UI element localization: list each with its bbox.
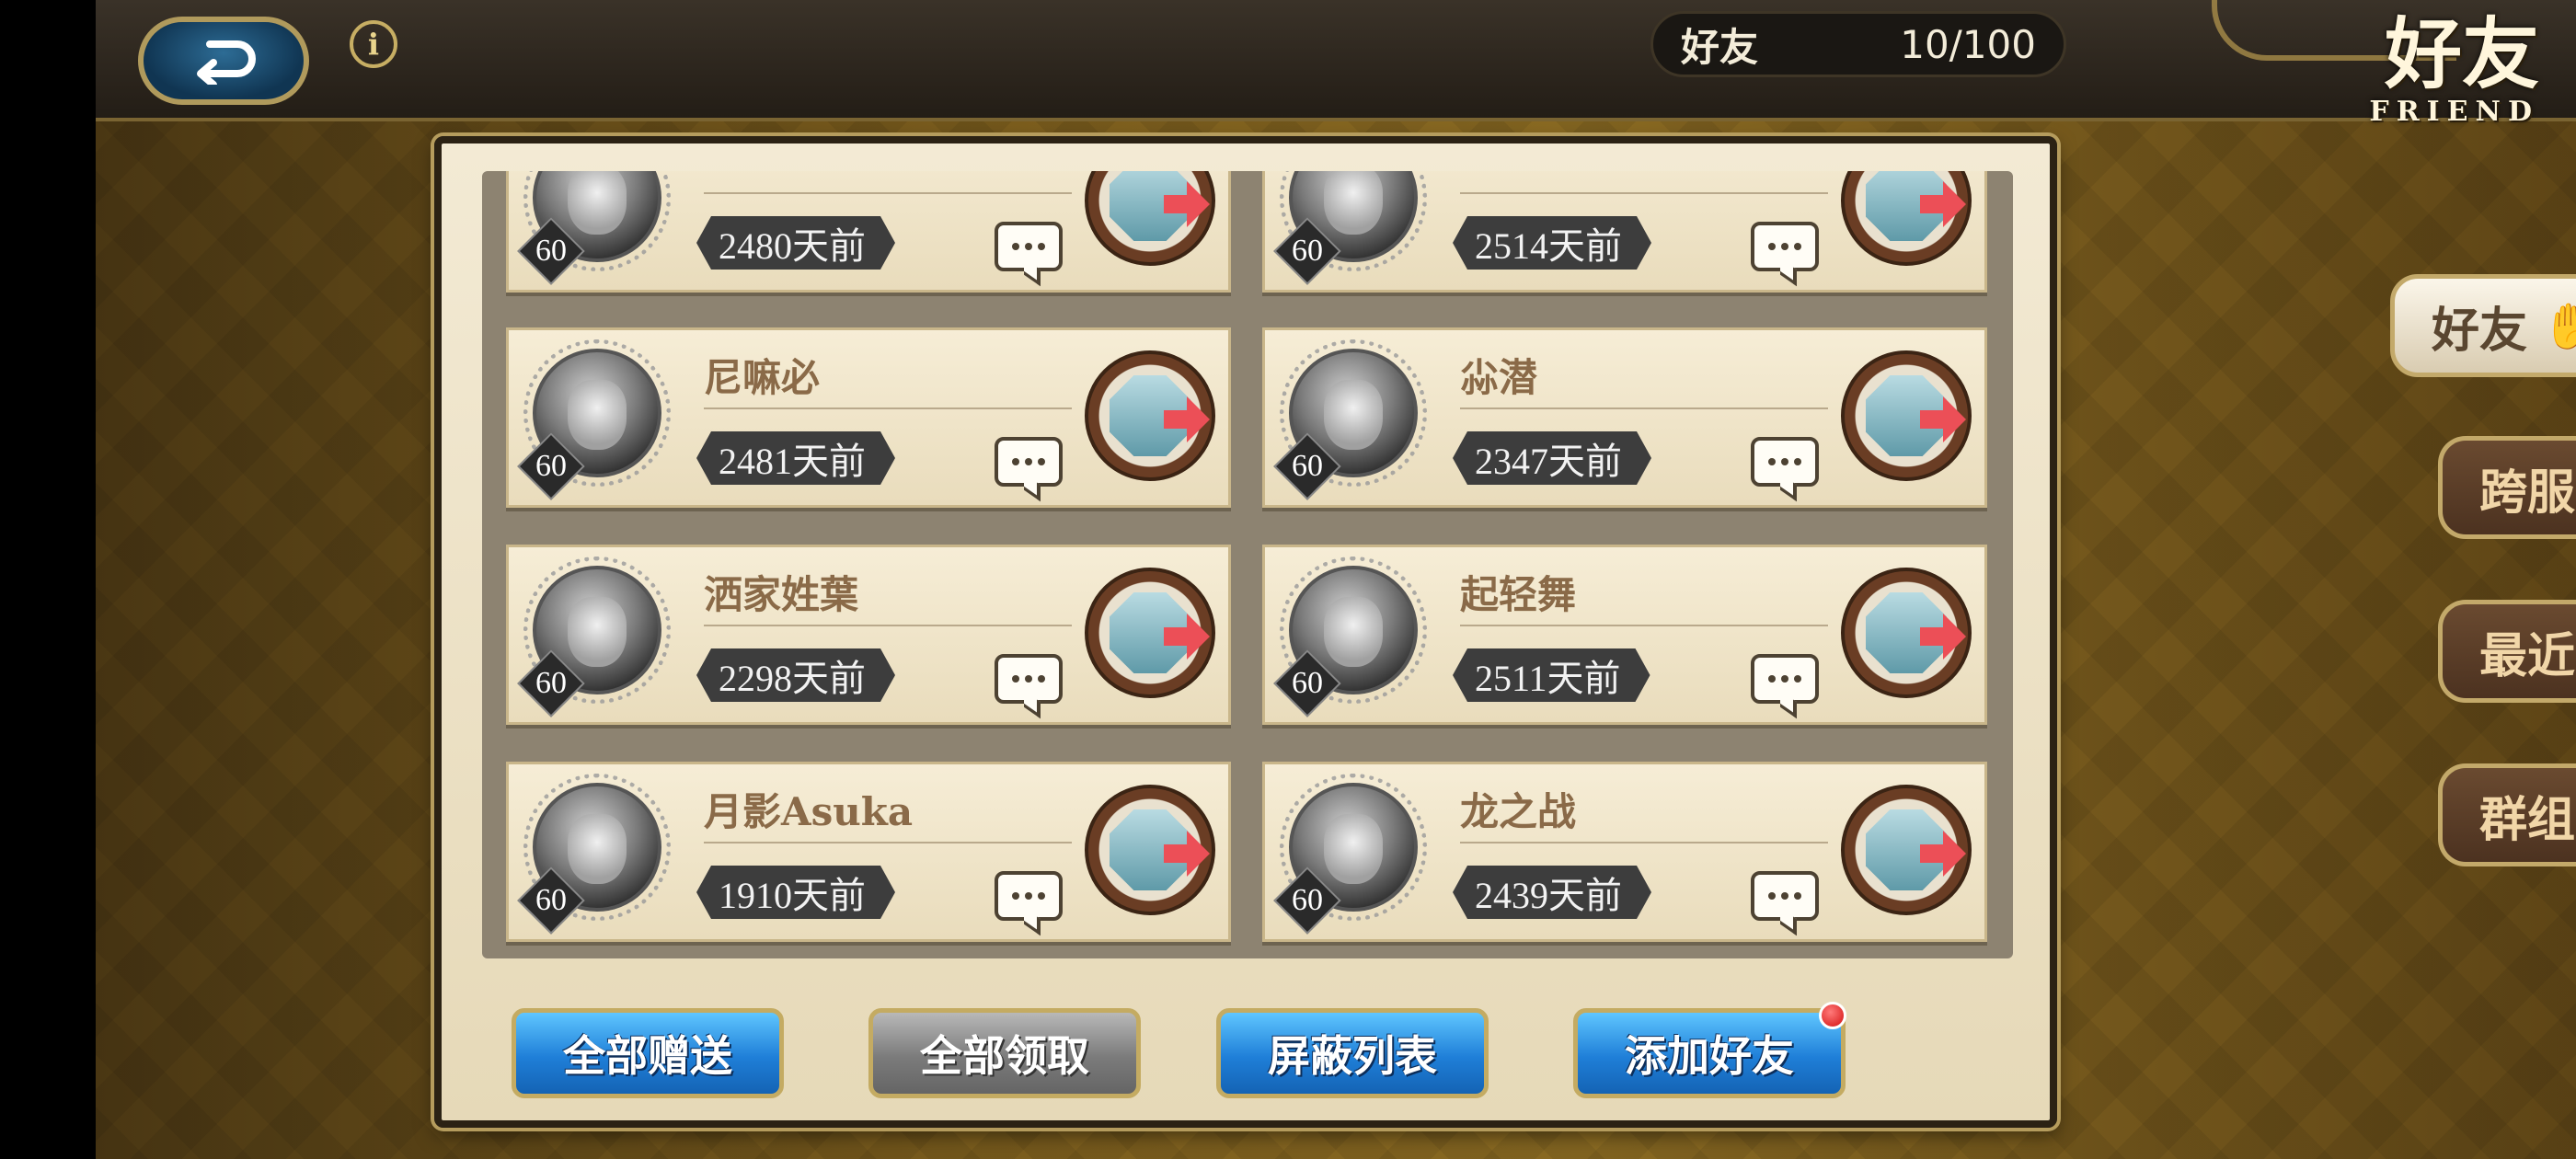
name-divider (704, 407, 1072, 409)
top-bar: i 好友 10/100 (96, 0, 2576, 121)
send-gift-button[interactable] (1085, 568, 1215, 698)
level-value: 60 (1292, 449, 1323, 483)
friend-name: 尼嘛必 (704, 355, 821, 400)
level-value: 60 (535, 883, 567, 917)
friend-panel: 60 2480天前 60 2514天前 60 尼嘛必 2481天前 60 尛潜 2347天前 60 洒… (434, 136, 2057, 1128)
chat-icon[interactable] (995, 871, 1063, 921)
block-list-button[interactable]: 屏蔽列表 (1216, 1008, 1489, 1098)
send-gift-button[interactable] (1841, 171, 1972, 266)
friend-card[interactable]: 60 2514天前 (1262, 171, 1987, 293)
tab-recent[interactable]: 最近 ◔ (2438, 600, 2576, 703)
add-friend-button[interactable]: 添加好友 (1573, 1002, 1846, 1098)
send-all-button[interactable]: 全部赠送 (512, 1008, 784, 1098)
last-login-time: 2514天前 (1453, 216, 1651, 270)
add-friend-label: 添加好友 (1625, 1031, 1794, 1081)
page-title-en: FRIEND (2369, 96, 2539, 128)
page-title: 好友 FRIEND (2369, 8, 2539, 129)
last-login-time: 1910天前 (696, 866, 895, 919)
chat-icon[interactable] (1751, 871, 1819, 921)
game-screen: i 好友 10/100 好友 FRIEND 60 2480天前 60 2514天前 60… (96, 0, 2576, 1159)
avatar[interactable]: 60 (517, 774, 671, 935)
friend-name: 尛潜 (1460, 355, 1538, 400)
level-value: 60 (1292, 234, 1323, 268)
name-divider (1460, 407, 1828, 409)
page-title-cn: 好友 (2384, 8, 2539, 99)
friend-list[interactable]: 60 2480天前 60 2514天前 60 尼嘛必 2481天前 60 尛潜 2347天前 60 洒… (482, 171, 2013, 958)
info-icon[interactable]: i (350, 20, 397, 68)
tab-group-label: 群组 (2479, 791, 2576, 848)
friend-card[interactable]: 60 起轻舞 2511天前 (1262, 545, 1987, 725)
handshake-icon: ✋ (2542, 300, 2576, 352)
send-gift-button[interactable] (1085, 785, 1215, 915)
chat-icon[interactable] (1751, 654, 1819, 704)
friend-card[interactable]: 60 洒家姓葉 2298天前 (506, 545, 1231, 725)
friend-name: 起轻舞 (1460, 572, 1577, 617)
tab-cross-server-label: 跨服 (2479, 464, 2576, 521)
name-divider (704, 625, 1072, 626)
avatar[interactable]: 60 (517, 557, 671, 717)
last-login-time: 2439天前 (1453, 866, 1651, 919)
avatar[interactable]: 60 (517, 171, 671, 285)
name-divider (1460, 192, 1828, 194)
friend-name: 月影Asuka (704, 789, 914, 834)
last-login-time: 2298天前 (696, 648, 895, 702)
name-divider (704, 192, 1072, 194)
friend-card[interactable]: 60 尼嘛必 2481天前 (506, 327, 1231, 508)
chat-icon[interactable] (995, 437, 1063, 487)
level-value: 60 (1292, 666, 1323, 700)
notification-dot (1819, 1002, 1846, 1029)
chat-icon[interactable] (995, 222, 1063, 271)
friend-name: 洒家姓葉 (704, 572, 859, 617)
friend-card[interactable]: 60 月影Asuka 1910天前 (506, 762, 1231, 942)
level-value: 60 (535, 234, 567, 268)
last-login-time: 2481天前 (696, 431, 895, 485)
send-gift-button[interactable] (1085, 171, 1215, 266)
claim-all-button[interactable]: 全部领取 (868, 1008, 1141, 1098)
send-gift-button[interactable] (1085, 350, 1215, 481)
tab-group[interactable]: 群组 ⁂ (2438, 763, 2576, 866)
tab-cross-server[interactable]: 跨服 ▦ (2438, 436, 2576, 539)
friend-card[interactable]: 60 尛潜 2347天前 (1262, 327, 1987, 508)
send-gift-button[interactable] (1841, 785, 1972, 915)
tab-recent-label: 最近 (2479, 627, 2576, 684)
back-button[interactable] (138, 17, 309, 105)
name-divider (704, 842, 1072, 843)
back-arrow-icon (197, 40, 256, 85)
avatar[interactable]: 60 (1273, 339, 1427, 500)
level-value: 60 (535, 449, 567, 483)
send-gift-button[interactable] (1841, 350, 1972, 481)
last-login-time: 2480天前 (696, 216, 895, 270)
send-gift-button[interactable] (1841, 568, 1972, 698)
friend-card[interactable]: 60 2480天前 (506, 171, 1231, 293)
avatar[interactable]: 60 (1273, 774, 1427, 935)
tab-friend-label: 好友 (2432, 302, 2528, 359)
tab-friend[interactable]: 好友 ✋ (2390, 274, 2576, 377)
name-divider (1460, 842, 1828, 843)
chat-icon[interactable] (1751, 437, 1819, 487)
level-value: 60 (1292, 883, 1323, 917)
chat-icon[interactable] (995, 654, 1063, 704)
last-login-time: 2511天前 (1453, 648, 1650, 702)
friend-count-bar: 好友 10/100 (1650, 11, 2066, 77)
friend-count-value: 10/100 (1900, 21, 2036, 67)
name-divider (1460, 625, 1828, 626)
friend-count-label: 好友 (1681, 24, 1759, 70)
level-value: 60 (535, 666, 567, 700)
avatar[interactable]: 60 (517, 339, 671, 500)
friend-card[interactable]: 60 龙之战 2439天前 (1262, 762, 1987, 942)
friend-name: 龙之战 (1460, 789, 1577, 834)
chat-icon[interactable] (1751, 222, 1819, 271)
avatar[interactable]: 60 (1273, 557, 1427, 717)
last-login-time: 2347天前 (1453, 431, 1651, 485)
avatar[interactable]: 60 (1273, 171, 1427, 285)
